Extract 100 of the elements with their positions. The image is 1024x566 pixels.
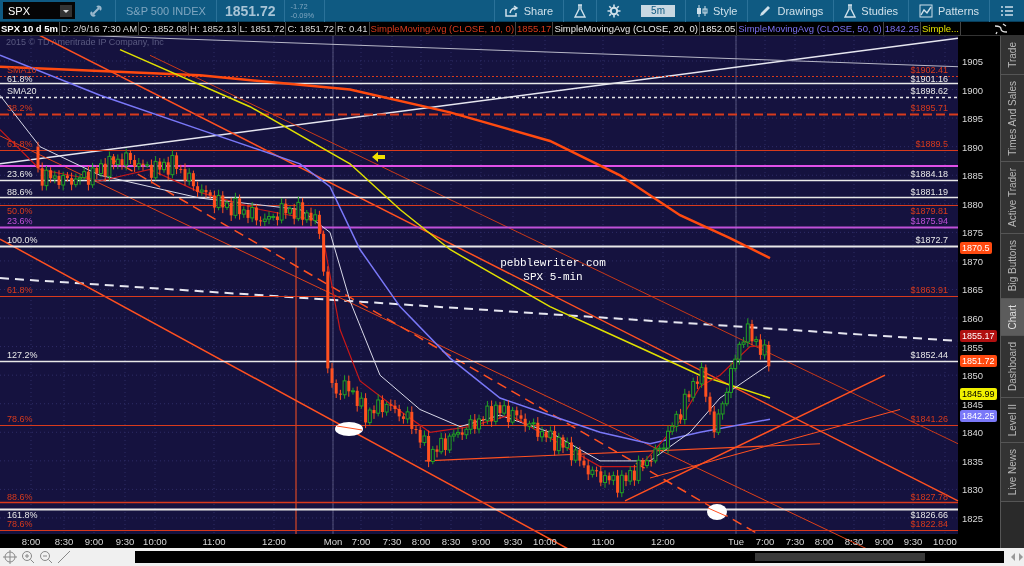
price-badge: 1851.72: [960, 355, 997, 367]
time-tick: 9:00: [471, 536, 491, 547]
level-price: $1879.81: [910, 206, 948, 216]
instrument-name: S&P 500 INDEX: [115, 0, 216, 22]
time-tick: 8:30: [54, 536, 74, 547]
time-tick: 7:30: [382, 536, 402, 547]
level-label: 38.2%: [7, 103, 33, 113]
price-tick: 1840: [962, 427, 984, 439]
time-tick: 8:00: [21, 536, 41, 547]
price-tick: 1835: [962, 455, 984, 467]
level-price: $1872.7: [915, 235, 948, 245]
level-label: 23.6%: [7, 169, 33, 179]
level-price: $1898.62: [910, 86, 948, 96]
price-tick: 1885: [962, 170, 984, 182]
time-tick: 9:30: [903, 536, 923, 547]
study-readout: 1855.17: [516, 22, 554, 35]
time-tick: Mon: [323, 536, 343, 547]
time-tick: 10:00: [533, 536, 557, 547]
time-tick: 9:30: [503, 536, 523, 547]
drawings-button[interactable]: Drawings: [747, 0, 834, 22]
level-label: 100.0%: [7, 235, 38, 245]
time-tick: 7:00: [755, 536, 775, 547]
price-tick: 1905: [962, 56, 984, 67]
price-badge: 1845.99: [960, 388, 997, 400]
side-tab[interactable]: Live News: [1001, 443, 1024, 503]
side-tab[interactable]: Dashboard: [1001, 335, 1024, 398]
level-label: 78.6%: [7, 414, 33, 424]
study-readout: L: 1851.72: [238, 22, 287, 35]
price-badge: 1870.5: [960, 242, 992, 254]
price-tick: 1875: [962, 227, 984, 239]
level-price: $1901.16: [910, 74, 948, 84]
price-badge: 1855.17: [960, 330, 997, 342]
price-tick: 1845: [962, 398, 984, 410]
studies-button[interactable]: Studies: [833, 0, 909, 22]
level-label: 23.6%: [7, 216, 33, 226]
side-tab[interactable]: Level II: [1001, 397, 1024, 444]
time-tick: Tue: [728, 536, 744, 547]
side-tab[interactable]: Trade: [1001, 36, 1024, 75]
time-tick: 7:30: [785, 536, 805, 547]
level-price: $1822.84: [910, 519, 948, 529]
study-readout: SPX 10 d 5m: [0, 22, 61, 35]
price-badge: 1842.25: [960, 410, 997, 422]
time-tick: 8:00: [411, 536, 431, 547]
time-tick: 9:00: [84, 536, 104, 547]
level-price: $1884.18: [910, 169, 948, 179]
level-price: $1827.78: [910, 492, 948, 502]
time-tick: 9:00: [874, 536, 894, 547]
price-tick: 1860: [962, 313, 984, 325]
time-tick: 12:00: [262, 536, 286, 547]
style-button[interactable]: Style: [685, 0, 748, 22]
side-tab[interactable]: Active Trader: [1001, 162, 1024, 235]
symbol-dropdown[interactable]: SPX: [3, 2, 75, 19]
price-tick: 1870: [962, 255, 984, 267]
study-readout: H: 1852.13: [189, 22, 239, 35]
level-price: $1826.66: [910, 510, 948, 520]
study-readout: 1852.05: [699, 22, 738, 35]
study-readout: O: 1852.08: [139, 22, 190, 35]
level-label: 50.0%: [7, 206, 33, 216]
time-tick: 10:00: [143, 536, 167, 547]
share-button[interactable]: Share: [493, 0, 564, 22]
side-tab[interactable]: Times And Sales: [1001, 74, 1024, 163]
level-label: 61.8%: [7, 74, 33, 84]
price-tick: 1890: [962, 141, 984, 153]
price-tick: 1900: [962, 84, 984, 96]
study-readout: SimpleMovingAvg (CLOSE, 20, 0): [553, 22, 700, 35]
patterns-button[interactable]: Patterns: [908, 0, 989, 22]
level-label: 161.8%: [7, 510, 38, 520]
level-price: $1863.91: [910, 285, 948, 295]
level-label: SMA20: [7, 86, 37, 96]
price-tick: 1825: [962, 512, 984, 524]
study-readout: SimpleMovingAvg (CLOSE, 50, 0): [737, 22, 884, 35]
level-label: 127.2%: [7, 350, 38, 360]
price-tick: 1865: [962, 284, 984, 296]
level-price: $1895.71: [910, 103, 948, 113]
time-tick: 11:00: [591, 536, 615, 547]
level-price: $1841.26: [910, 414, 948, 424]
study-readout: 1842.25: [883, 22, 921, 35]
last-price: 1851.72: [215, 0, 284, 22]
level-price: $1875.94: [910, 216, 948, 226]
time-tick: 11:00: [202, 536, 226, 547]
time-tick: 10:00: [933, 536, 957, 547]
side-tab[interactable]: Big Buttons: [1001, 234, 1024, 299]
time-tick: 8:30: [441, 536, 461, 547]
side-tab[interactable]: Chart: [1001, 298, 1024, 336]
level-label: 88.6%: [7, 187, 33, 197]
study-readout: R: 0.41: [335, 22, 370, 35]
price-tick: 1895: [962, 113, 984, 125]
study-readout: D: 2/9/16 7:30 AM: [60, 22, 140, 35]
time-tick: 7:00: [351, 536, 371, 547]
study-readout: Simple...: [921, 22, 961, 35]
study-readout: SimpleMovingAvg (CLOSE, 10, 0): [369, 22, 517, 35]
price-tick: 1850: [962, 370, 984, 382]
level-label: 78.6%: [7, 519, 33, 529]
chart-annotation: SPX 5-min: [523, 271, 583, 283]
interval-button[interactable]: 5m: [641, 4, 675, 17]
time-tick: 12:00: [651, 536, 675, 547]
price-tick: 1880: [962, 198, 984, 210]
level-price: $1852.44: [910, 350, 948, 360]
price-tick: 1830: [962, 484, 984, 496]
study-readout: C: 1851.72: [286, 22, 336, 35]
